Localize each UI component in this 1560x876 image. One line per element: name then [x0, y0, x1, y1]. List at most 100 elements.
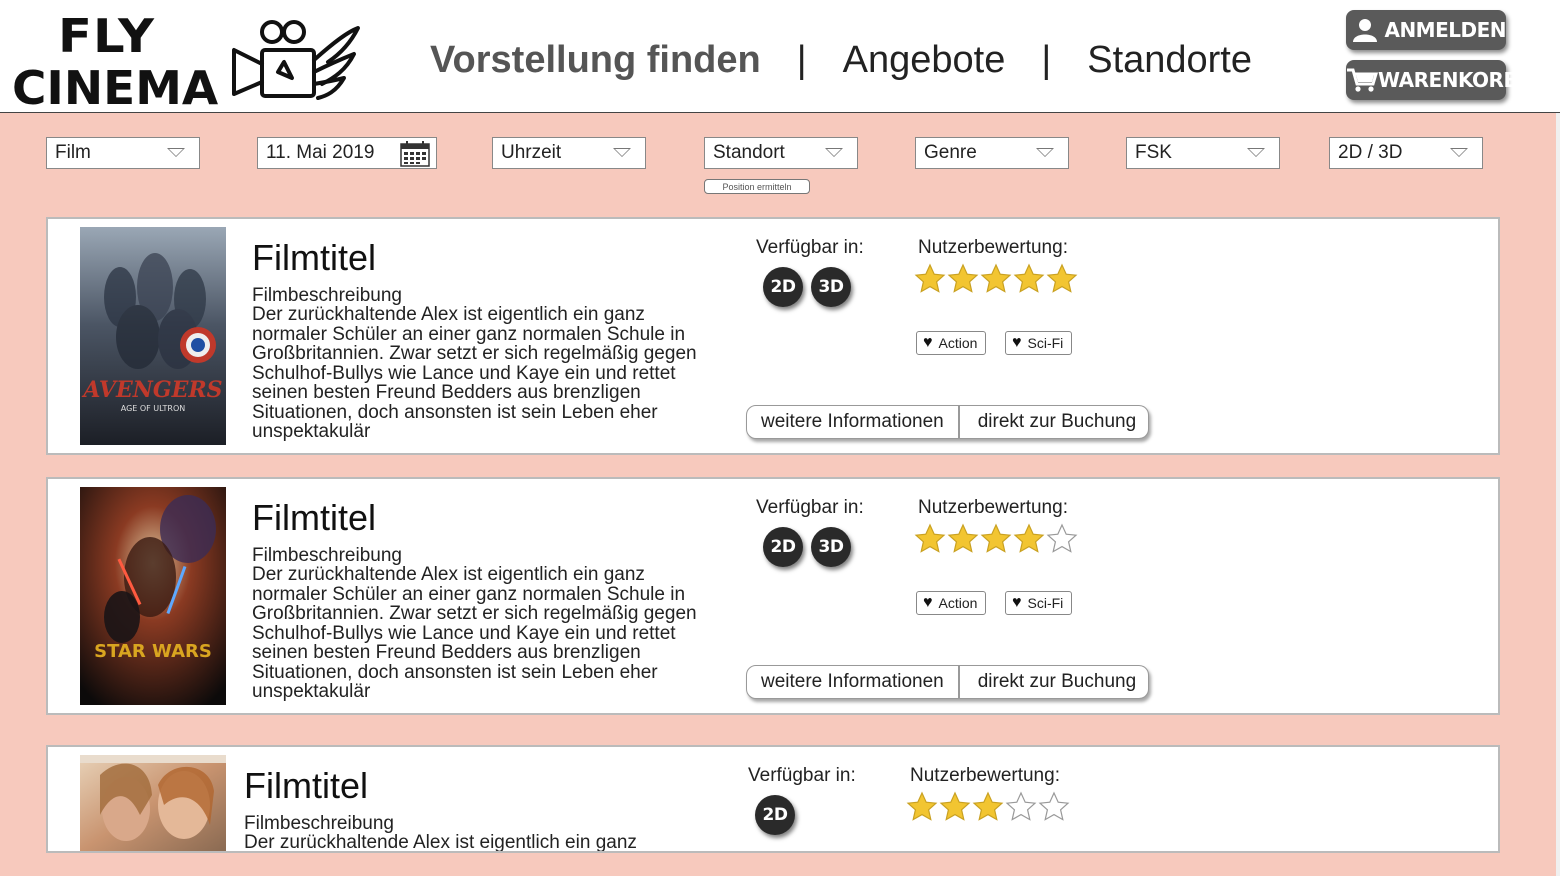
login-label: ANMELDEN — [1384, 18, 1506, 42]
projector-wing-icon — [232, 20, 360, 100]
film-title[interactable]: Filmtitel — [252, 237, 376, 279]
filter-dimension[interactable]: 2D / 3D — [1329, 137, 1483, 169]
film-actions: weitere Informationen direkt zur Buchung — [746, 405, 1150, 439]
poster-title-text: AVENGERS — [81, 377, 222, 403]
cart-icon — [1346, 60, 1378, 100]
filter-time[interactable]: Uhrzeit — [492, 137, 646, 169]
star-filled-icon — [939, 791, 971, 821]
filter-fsk[interactable]: FSK — [1126, 137, 1280, 169]
star-filled-icon — [972, 791, 1004, 821]
format-badge-3d[interactable]: 3D — [811, 527, 851, 567]
format-badge-2d[interactable]: 2D — [763, 267, 803, 307]
logo-line-fly: FLY — [58, 9, 156, 63]
rating-stars — [914, 523, 1079, 555]
poster-subtitle-text: AGE OF ULTRON — [121, 404, 186, 413]
star-empty-icon — [1046, 523, 1078, 553]
filter-location-label: Standort — [713, 142, 785, 163]
heart-icon: ♥ — [923, 594, 933, 611]
star-filled-icon — [980, 263, 1012, 293]
format-badge-3d[interactable]: 3D — [811, 267, 851, 307]
nav-standorte[interactable]: Standorte — [1087, 39, 1252, 82]
user-icon — [1346, 10, 1384, 50]
chevron-down-icon — [167, 148, 185, 157]
chevron-down-icon — [825, 148, 843, 157]
genre-tag-action[interactable]: ♥ Action — [916, 331, 987, 355]
film-card: AVENGERS AGE OF ULTRON Filmtitel Filmbes… — [46, 217, 1500, 455]
chevron-down-icon — [1450, 148, 1468, 157]
filter-fsk-label: FSK — [1135, 142, 1172, 163]
genre-tag-label: Action — [938, 595, 978, 611]
film-poster[interactable]: STAR WARS — [80, 487, 226, 705]
heart-icon: ♥ — [1012, 334, 1022, 351]
available-label: Verfügbar in: — [748, 765, 856, 786]
chevron-down-icon — [613, 148, 631, 157]
star-filled-icon — [980, 523, 1012, 553]
book-now-button[interactable]: direkt zur Buchung — [957, 666, 1148, 698]
film-actions: weitere Informationen direkt zur Buchung — [746, 665, 1150, 699]
filter-dimension-label: 2D / 3D — [1338, 142, 1403, 163]
film-title[interactable]: Filmtitel — [252, 497, 376, 539]
film-description: Der zurückhaltende Alex ist eigentlich e… — [252, 564, 697, 702]
site-header: FLY CINEMA Vorstellung finden | Angebote… — [0, 0, 1560, 114]
heart-icon: ♥ — [1012, 594, 1022, 611]
nav-angebote[interactable]: Angebote — [843, 39, 1006, 82]
filter-genre-label: Genre — [924, 142, 977, 163]
more-info-button[interactable]: weitere Informationen — [747, 406, 958, 438]
heart-icon: ♥ — [923, 334, 933, 351]
locate-position-button[interactable]: Position ermitteln — [704, 179, 810, 194]
filter-genre[interactable]: Genre — [915, 137, 1069, 169]
rating-label: Nutzerbewertung: — [910, 765, 1060, 786]
rating-stars — [914, 263, 1079, 295]
star-filled-icon — [906, 791, 938, 821]
format-badge-2d[interactable]: 2D — [755, 795, 795, 835]
star-filled-icon — [1046, 263, 1078, 293]
main-nav: Vorstellung finden | Angebote | Standort… — [430, 38, 1252, 82]
rating-label: Nutzerbewertung: — [918, 237, 1068, 258]
more-info-button[interactable]: weitere Informationen — [747, 666, 958, 698]
film-card: Filmtitel Filmbeschreibung Der zurückhal… — [46, 745, 1500, 853]
film-card: STAR WARS Filmtitel Filmbeschreibung Der… — [46, 477, 1500, 715]
filter-time-label: Uhrzeit — [501, 142, 562, 163]
genre-tag-scifi[interactable]: ♥ Sci-Fi — [1005, 331, 1073, 355]
calendar-icon — [400, 141, 430, 167]
login-button[interactable]: ANMELDEN — [1346, 10, 1506, 50]
poster-title-text: STAR WARS — [94, 641, 212, 662]
star-filled-icon — [947, 523, 979, 553]
rating-label: Nutzerbewertung: — [918, 497, 1068, 518]
rating-stars — [906, 791, 1071, 823]
genre-tag-label: Sci-Fi — [1027, 595, 1064, 611]
cart-button[interactable]: WARENKORB — [1346, 60, 1519, 100]
star-filled-icon — [1013, 263, 1045, 293]
cart-label: WARENKORB — [1378, 68, 1519, 92]
genre-tag-action[interactable]: ♥ Action — [916, 591, 987, 615]
film-description: Der zurückhaltende Alex ist eigentlich e… — [252, 304, 697, 442]
star-filled-icon — [914, 523, 946, 553]
genre-tag-scifi[interactable]: ♥ Sci-Fi — [1005, 591, 1073, 615]
main-content: Film 11. Mai 2019 Uhrzeit Standort Posit… — [0, 113, 1560, 876]
available-label: Verfügbar in: — [756, 237, 864, 258]
nav-separator: | — [796, 38, 807, 81]
nav-separator: | — [1041, 38, 1052, 81]
star-filled-icon — [947, 263, 979, 293]
format-badge-2d[interactable]: 2D — [763, 527, 803, 567]
logo-line-cinema: CINEMA — [12, 61, 219, 115]
book-now-button[interactable]: direkt zur Buchung — [957, 406, 1148, 438]
nav-vorstellung-finden[interactable]: Vorstellung finden — [430, 39, 761, 82]
star-filled-icon — [1013, 523, 1045, 553]
star-empty-icon — [1005, 791, 1037, 821]
filter-film[interactable]: Film — [46, 137, 200, 169]
filter-film-label: Film — [55, 142, 91, 163]
genre-tag-label: Sci-Fi — [1027, 335, 1064, 351]
film-title[interactable]: Filmtitel — [244, 765, 368, 807]
film-poster[interactable]: AVENGERS AGE OF ULTRON — [80, 227, 226, 445]
genre-tag-label: Action — [938, 335, 978, 351]
star-empty-icon — [1038, 791, 1070, 821]
chevron-down-icon — [1247, 148, 1265, 157]
filter-date[interactable]: 11. Mai 2019 — [257, 137, 437, 169]
star-filled-icon — [914, 263, 946, 293]
film-poster[interactable] — [80, 755, 226, 851]
film-description: Der zurückhaltende Alex ist eigentlich e… — [244, 832, 637, 853]
chevron-down-icon — [1036, 148, 1054, 157]
filter-location[interactable]: Standort — [704, 137, 858, 169]
available-label: Verfügbar in: — [756, 497, 864, 518]
